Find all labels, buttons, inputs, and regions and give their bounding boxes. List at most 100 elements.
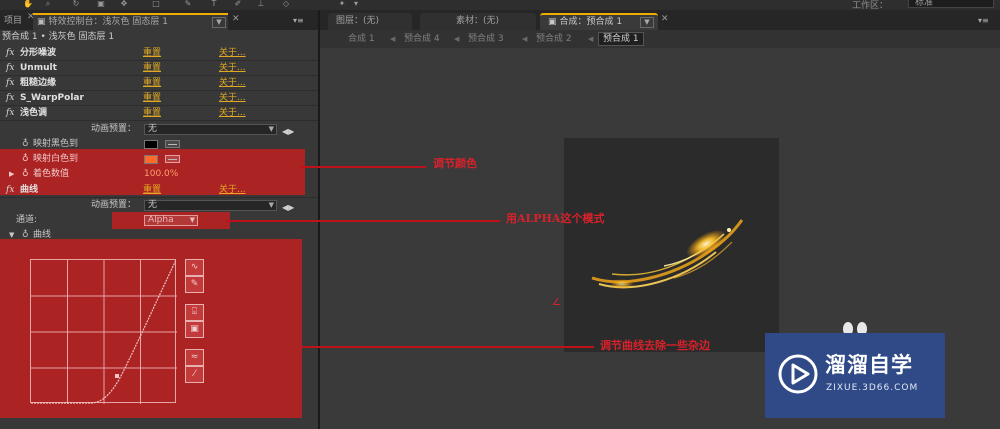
eraser-tool-icon[interactable]: ◇ [280, 0, 292, 8]
save-icon[interactable]: ▣ [185, 321, 204, 338]
curve-graph[interactable] [30, 259, 177, 404]
reset-link[interactable]: 重置 [143, 61, 161, 76]
flow-item[interactable]: 合成 1 [348, 33, 375, 45]
smooth-curve-icon[interactable]: ≈ [185, 349, 204, 366]
pen-tool-icon[interactable]: ✎ [182, 0, 194, 8]
map-white-swatch[interactable] [144, 155, 158, 164]
amount-value[interactable]: 100.0% [144, 167, 178, 182]
tab-effect-controls[interactable]: ▣ 特效控制台：浅灰色 固态层 1 ▼ [33, 13, 228, 30]
tab-menu-button[interactable]: ▼ [640, 17, 654, 28]
fx-icon[interactable]: fx [6, 91, 14, 106]
flow-item[interactable]: 预合成 3 [468, 33, 504, 45]
light-streak-graphic [591, 219, 744, 289]
puppet-tool-icon[interactable]: ✦ [336, 0, 348, 8]
watermark-url: ZIXUE.3D66.COM [826, 383, 919, 393]
zoom-tool-icon[interactable]: ⌕ [42, 0, 54, 8]
amount-label: 着色数值 [33, 169, 70, 179]
panel-menu-icon[interactable]: ▾≡ [293, 16, 304, 25]
tab-project[interactable]: 项目 [0, 13, 26, 30]
flow-separator-icon: ◀ [522, 35, 528, 43]
effect-name: 曲线 [20, 185, 39, 195]
chevron-down-icon: ▼ [268, 201, 274, 209]
open-folder-icon[interactable]: ⌺ [185, 304, 204, 321]
stopwatch-icon[interactable]: ♁ [22, 167, 29, 182]
tab-layer[interactable]: 图层：(无) [328, 13, 412, 30]
flow-item[interactable]: 预合成 4 [404, 33, 440, 45]
composition-canvas[interactable] [564, 138, 779, 352]
left-tab-bar: 项目 ✕ ▣ 特效控制台：浅灰色 固态层 1 ▼ ✕ ▾≡ [0, 10, 318, 30]
effect-name: 粗糙边缘 [20, 78, 57, 88]
about-link[interactable]: 关于... [219, 106, 246, 121]
tab-composition-label: 合成：预合成 1 [559, 17, 623, 27]
about-link[interactable]: 关于... [219, 46, 246, 61]
flow-item[interactable]: 预合成 2 [536, 33, 572, 45]
lock-icon[interactable]: ▣ [548, 17, 557, 27]
lock-icon[interactable]: ▣ [37, 17, 46, 27]
bezier-curve-button[interactable]: ∿ [185, 259, 204, 276]
close-icon[interactable]: ✕ [661, 14, 669, 24]
text-tool-icon[interactable]: T [208, 0, 220, 8]
brush-tool-icon[interactable]: ✐ [232, 0, 244, 8]
effect-row-roughen-edges[interactable]: fx 粗糙边缘 重置 关于... [0, 76, 318, 91]
preset-value: 无 [148, 124, 158, 134]
reset-curve-icon[interactable]: ⁄ [185, 366, 204, 383]
effect-row-unmult[interactable]: fx Unmult 重置 关于... [0, 61, 318, 76]
reset-link[interactable]: 重置 [143, 91, 161, 106]
effect-row-warp-polar[interactable]: fx S_WarpPolar 重置 关于... [0, 91, 318, 106]
workspace-label: 工作区： [852, 1, 889, 10]
stopwatch-icon[interactable]: ♁ [22, 152, 29, 167]
effect-row-fractal-noise[interactable]: fx 分形噪波 重置 关于... [0, 46, 318, 61]
eyedropper-icon[interactable] [165, 140, 180, 148]
reset-link[interactable]: 重置 [143, 183, 161, 198]
preset-dropdown[interactable]: 无 ▼ [144, 200, 277, 211]
fx-icon[interactable]: fx [6, 183, 14, 198]
about-link[interactable]: 关于... [219, 183, 246, 198]
rotate-tool-icon[interactable]: ↻ [70, 0, 82, 8]
reset-link[interactable]: 重置 [143, 46, 161, 61]
chevron-down-icon: ▼ [268, 125, 274, 133]
effect-row-tint[interactable]: fx 浅色调 重置 关于... [0, 106, 318, 121]
about-link[interactable]: 关于... [219, 91, 246, 106]
flow-item-active[interactable]: 预合成 1 [598, 32, 644, 46]
close-icon[interactable]: ✕ [232, 14, 240, 24]
eyedropper-icon[interactable] [165, 155, 180, 163]
expand-arrow-icon[interactable]: ▶ [9, 167, 14, 182]
tab-composition[interactable]: ▣ 合成：预合成 1 ▼ [540, 13, 658, 30]
hand-tool-icon[interactable]: ✋ [22, 0, 34, 8]
preset-value: 无 [148, 200, 158, 210]
effect-name: Unmult [20, 63, 57, 73]
fx-icon[interactable]: fx [6, 61, 14, 76]
curve-control-point[interactable] [115, 374, 119, 378]
about-link[interactable]: 关于... [219, 76, 246, 91]
tab-menu-button[interactable]: ▼ [212, 17, 226, 28]
amount-row: ▶ ♁ 着色数值 100.0% [0, 167, 318, 182]
channel-dropdown[interactable]: Alpha ▼ [144, 215, 198, 226]
annotation-line-alpha [226, 220, 500, 222]
preset-dropdown[interactable]: 无 ▼ [144, 124, 277, 135]
annotation-color: 调节颜色 [433, 157, 477, 170]
map-white-row: ♁ 映射白色到 [0, 152, 318, 167]
puppet-menu-icon[interactable]: ▾ [350, 0, 362, 8]
reset-link[interactable]: 重置 [143, 76, 161, 91]
panel-menu-icon[interactable]: ▾≡ [978, 16, 989, 25]
reset-link[interactable]: 重置 [143, 106, 161, 121]
map-black-swatch[interactable] [144, 140, 158, 149]
effect-row-curves[interactable]: fx 曲线 重置 关于... [0, 183, 318, 198]
tab-footage[interactable]: 素材：(无) [420, 13, 536, 30]
pencil-icon[interactable]: ✎ [185, 276, 204, 293]
mask-tool-icon[interactable]: □ [150, 0, 162, 8]
fx-icon[interactable]: fx [6, 46, 14, 61]
cursor-mark-icon: ∠ [552, 297, 561, 308]
watermark-logo: 溜溜自学 ZIXUE.3D66.COM [765, 333, 945, 418]
flowchart-bar: 合成 1 ◀ 预合成 4 ◀ 预合成 3 ◀ 预合成 2 ◀ 预合成 1 [320, 30, 1000, 48]
effect-name: S_WarpPolar [20, 93, 84, 103]
clone-tool-icon[interactable]: ⊥ [255, 0, 267, 8]
about-link[interactable]: 关于... [219, 61, 246, 76]
pan-behind-tool-icon[interactable]: ✥ [118, 0, 130, 8]
flow-separator-icon: ◀ [454, 35, 460, 43]
workspace-select[interactable]: 标准 [908, 0, 994, 8]
annotation-line-color [300, 166, 426, 168]
camera-tool-icon[interactable]: ▣ [95, 0, 107, 8]
fx-icon[interactable]: fx [6, 106, 14, 121]
fx-icon[interactable]: fx [6, 76, 14, 91]
